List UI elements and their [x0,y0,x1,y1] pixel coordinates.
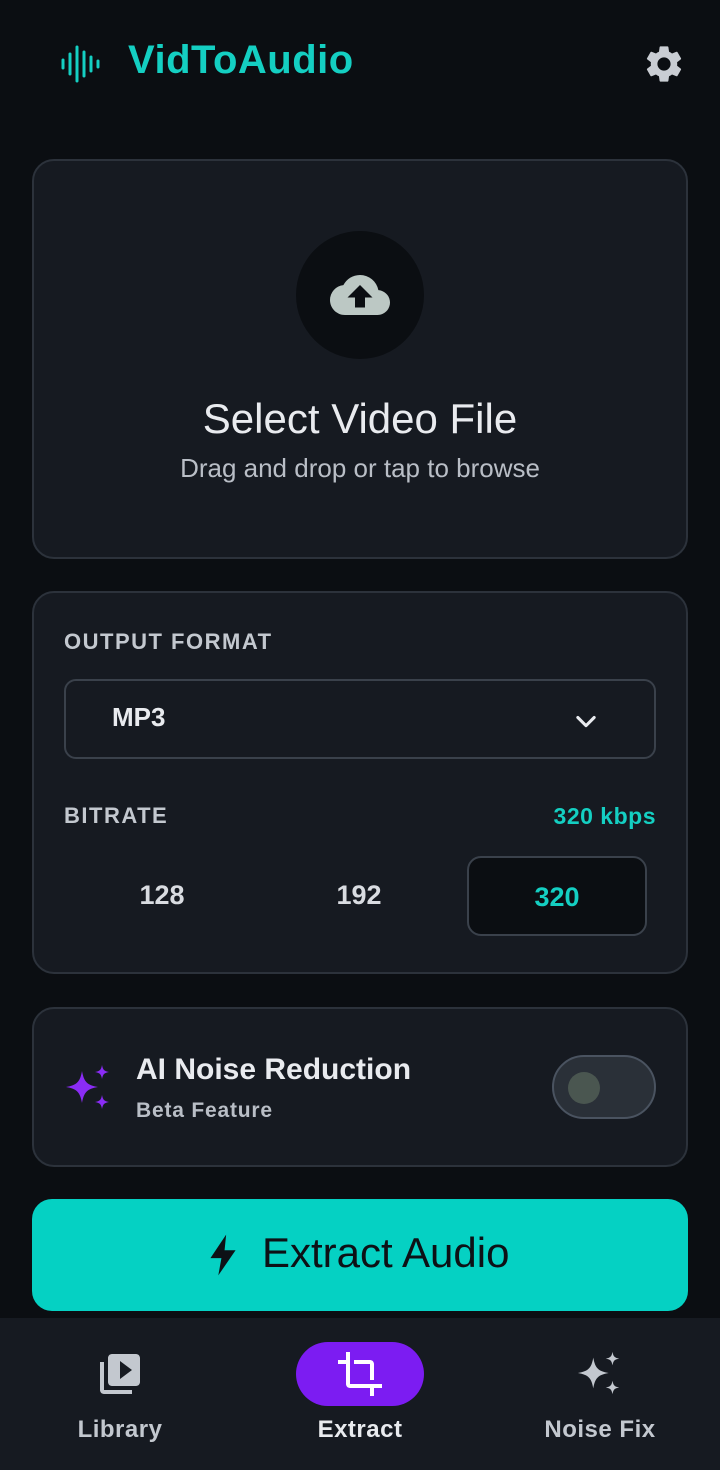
noise-reduction-card: AI Noise Reduction Beta Feature [32,1007,688,1167]
bolt-icon [210,1234,236,1276]
nav-item-noise-fix[interactable]: Noise Fix [480,1318,720,1470]
audio-waveform-icon [61,45,100,83]
bitrate-option-192[interactable]: 192 [269,856,449,936]
noise-reduction-title: AI Noise Reduction [136,1053,412,1086]
bottom-navigation: Library Extract Noise Fix [0,1318,720,1470]
upload-icon-circle [296,231,424,359]
format-select-value: MP3 [112,702,166,732]
chevron-down-icon [576,715,596,728]
app-header: VidToAudio [0,0,720,128]
cloud-upload-icon [330,275,390,315]
upload-subtitle: Drag and drop or tap to browse [180,453,540,483]
upload-dropzone[interactable]: Select Video File Drag and drop or tap t… [32,159,688,559]
noise-reduction-subtitle: Beta Feature [136,1099,273,1122]
nav-item-extract[interactable]: Extract [240,1318,480,1470]
bitrate-label: BITRATE [64,803,169,828]
nav-label-noise-fix: Noise Fix [544,1416,656,1443]
sparkles-icon [66,1065,109,1109]
extract-audio-button[interactable]: Extract Audio [32,1199,688,1311]
extract-audio-label: Extract Audio [262,1229,510,1276]
app-title: VidToAudio [128,38,354,82]
bitrate-option-128[interactable]: 128 [72,856,252,936]
gear-icon[interactable] [642,42,686,86]
toggle-knob [568,1072,600,1104]
upload-title: Select Video File [202,395,518,442]
crop-icon [338,1352,382,1396]
bitrate-option-320[interactable]: 320 [467,856,647,936]
nav-item-library[interactable]: Library [0,1318,240,1470]
output-format-label: OUTPUT FORMAT [64,629,273,654]
output-settings-card: OUTPUT FORMAT MP3 BITRATE 320 kbps 128 1… [32,591,688,974]
format-select[interactable]: MP3 [64,679,656,759]
bitrate-value: 320 kbps [553,803,656,829]
sparkles-icon [577,1351,620,1395]
nav-label-library: Library [77,1416,163,1443]
video-library-icon [100,1354,140,1394]
noise-reduction-toggle[interactable] [552,1055,656,1119]
nav-label-extract: Extract [317,1416,403,1443]
